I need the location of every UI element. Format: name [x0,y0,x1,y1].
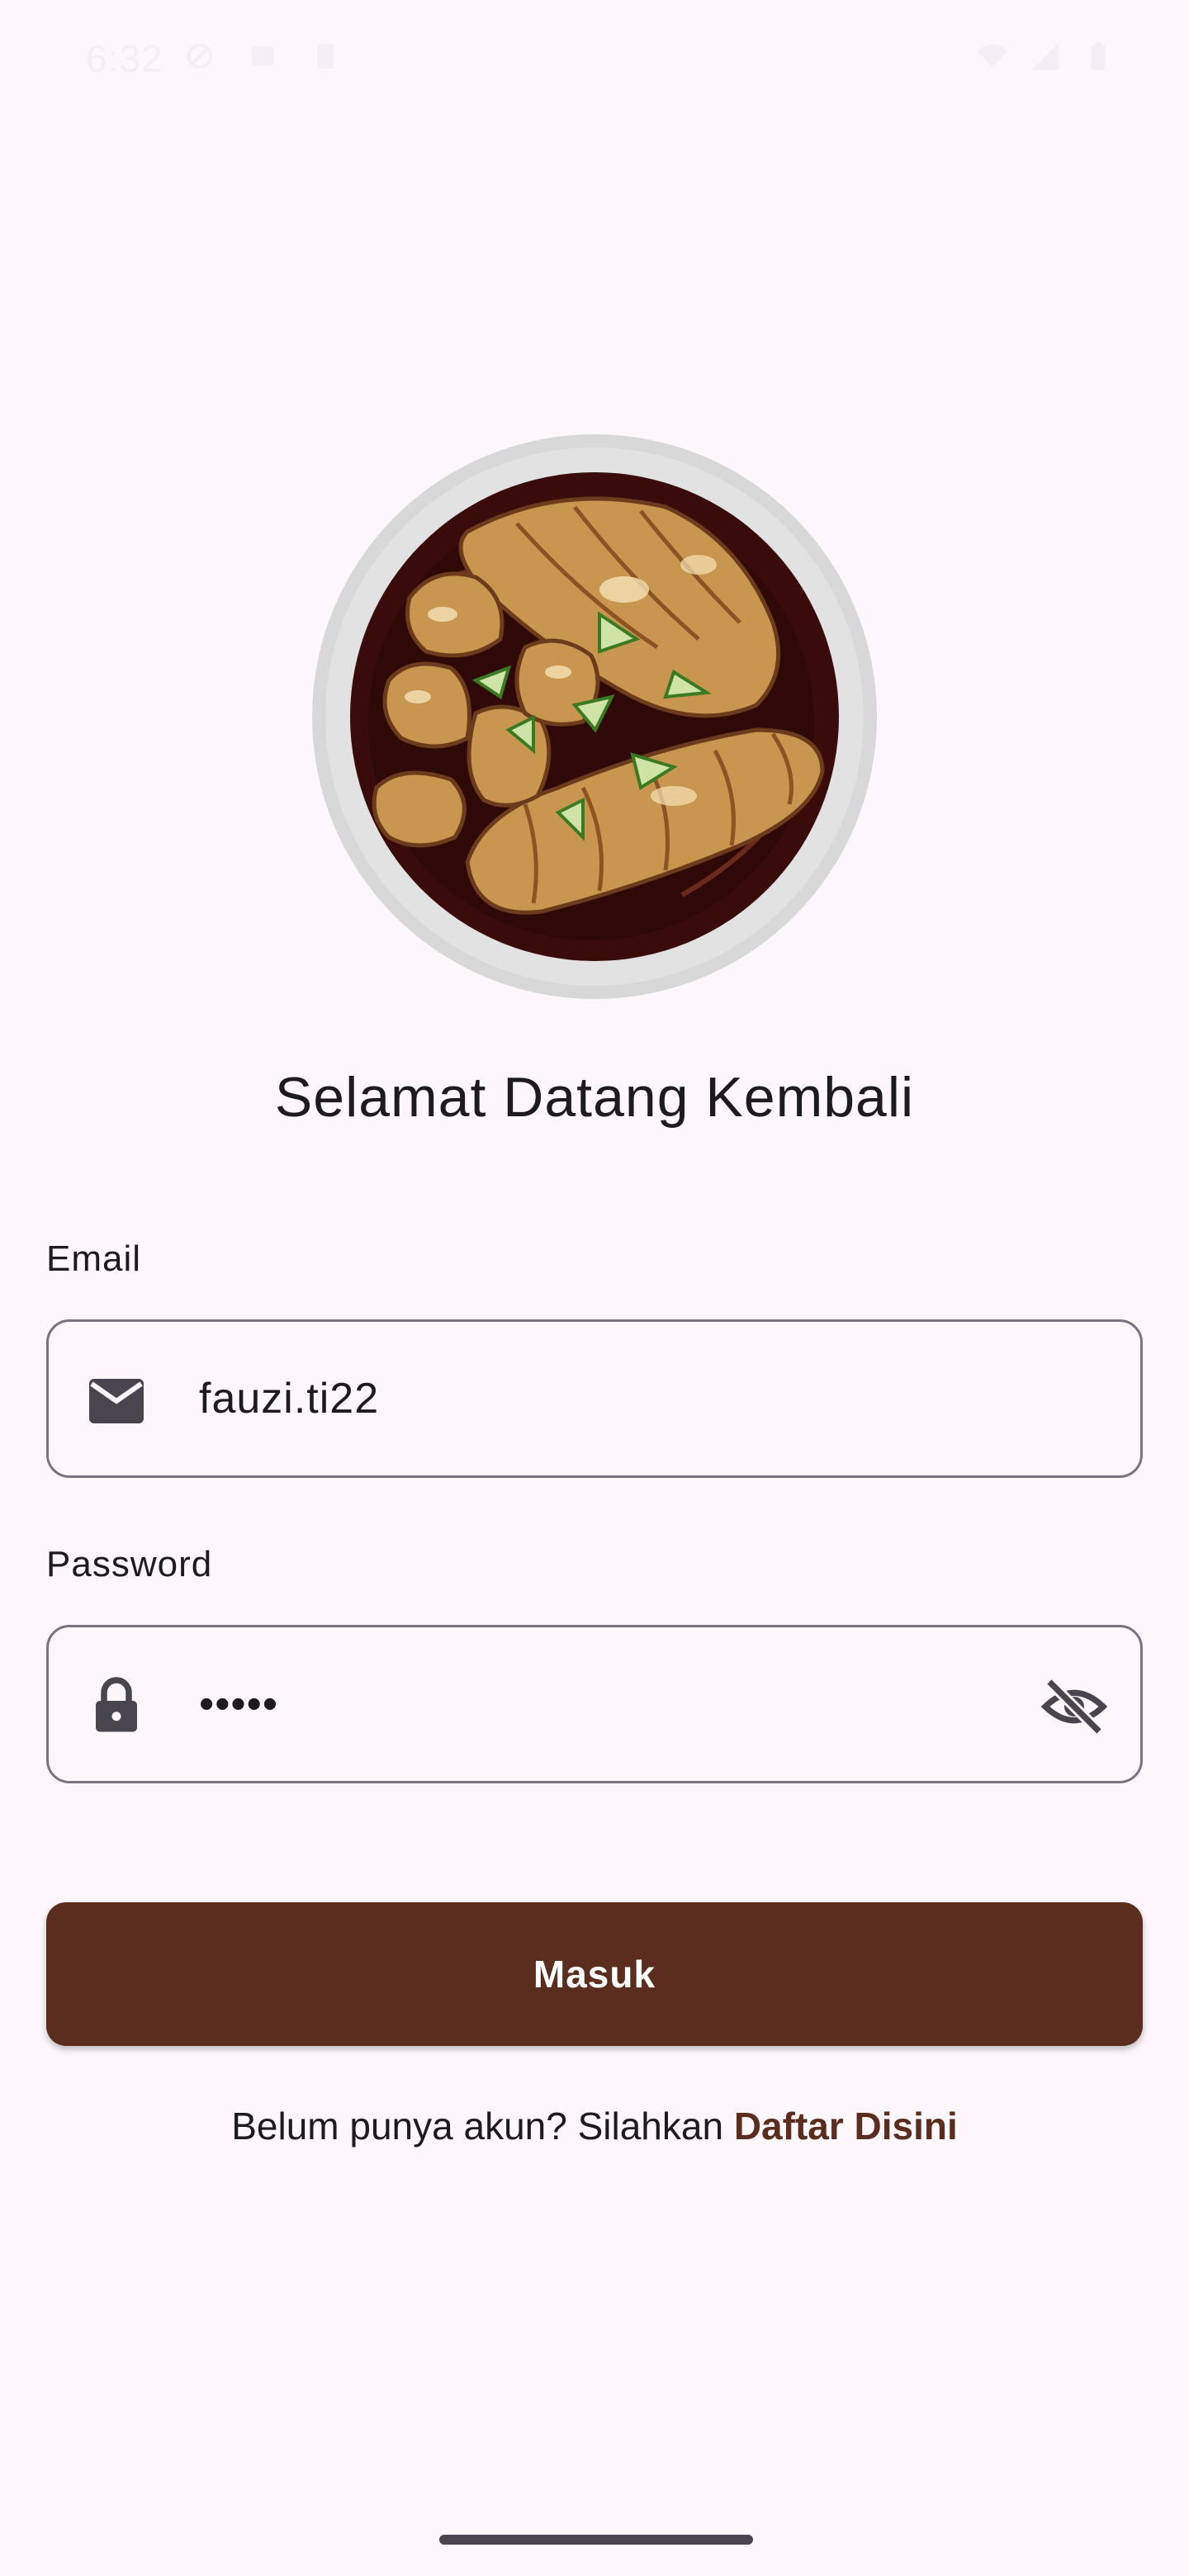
password-value: ••••• [199,1680,279,1728]
status-icons-right [976,40,1115,73]
battery-icon [1091,42,1106,70]
register-prompt: Belum punya akun? Silahkan Daftar Disini [0,2104,1189,2148]
password-field[interactable]: ••••• [46,1625,1143,1783]
welcome-title: Selamat Datang Kembali [274,1066,915,1129]
data-saver-icon [187,43,213,69]
register-link[interactable]: Daftar Disini [734,2105,958,2147]
home-indicator[interactable] [439,2535,753,2545]
email-label: Email [46,1238,142,1279]
visibility-off-icon[interactable] [1041,1674,1107,1740]
status-bar: 6:32 [0,0,1189,116]
signal-icon [1031,42,1059,70]
status-time: 6:32 [86,37,163,80]
email-field[interactable]: fauzi.ti22 [46,1319,1143,1478]
password-label: Password [46,1544,213,1584]
lock-icon [96,1677,137,1732]
notification-icon [251,46,274,66]
email-value: fauzi.ti22 [199,1375,380,1423]
bakso-bowl-illustration [312,434,877,999]
sd-card-icon [317,44,334,69]
login-button[interactable]: Masuk [46,1902,1143,2046]
status-icons-left [183,40,342,73]
mail-icon [89,1379,144,1423]
wifi-icon [977,44,1008,68]
register-prompt-text: Belum punya akun? Silahkan [231,2105,734,2147]
